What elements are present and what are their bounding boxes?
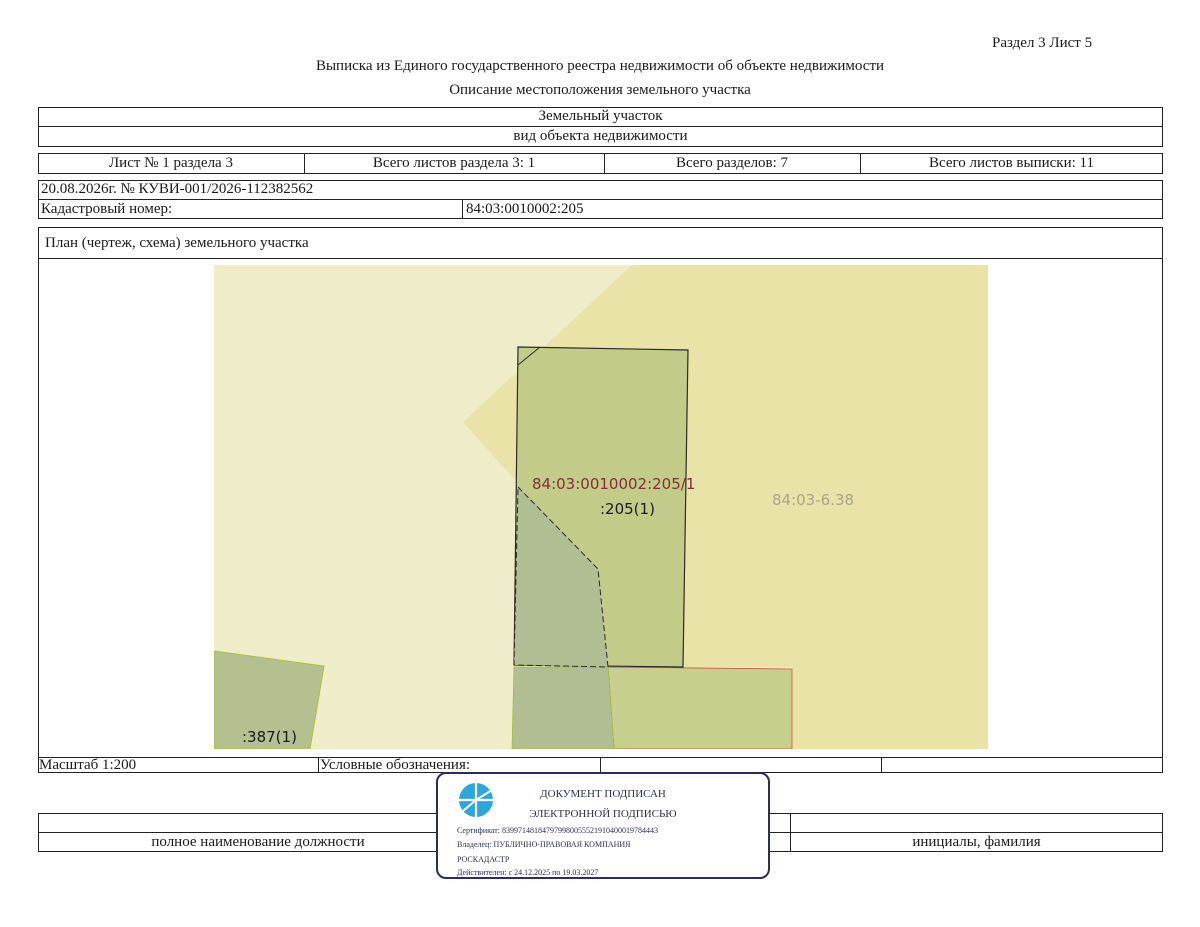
document-title: Выписка из Единого государственного реес…	[315, 58, 885, 74]
divider	[38, 199, 1163, 200]
divider	[38, 126, 1163, 127]
electronic-signature-stamp: ДОКУМЕНТ ПОДПИСАН ЭЛЕКТРОННОЙ ПОДПИСЬЮ С…	[436, 772, 770, 879]
section-sheet-label: Раздел 3 Лист 5	[992, 35, 1093, 51]
scale-label: Масштаб 1:200	[39, 757, 137, 773]
adjacent-part	[511, 666, 615, 749]
stamp-certificate: Сертификат: 8399714818479799800555219104…	[457, 826, 658, 835]
land-plot-plan-map: 84:03:0010002:205/1 :205(1) 84:03-6.38 :…	[214, 265, 988, 749]
neighbor-label: :387(1)	[242, 728, 297, 746]
total-sections: Всего разделов: 7	[675, 155, 789, 171]
stamp-owner: Владелец: ПУБЛИЧНО-ПРАВОВАЯ КОМПАНИЯ	[457, 840, 631, 849]
part-number-label: 84:03:0010002:205/1	[532, 475, 695, 493]
sheet-number: Лист № 1 раздела 3	[109, 155, 233, 171]
adjacent-parcel	[607, 666, 793, 749]
divider	[462, 199, 463, 219]
plan-caption: План (чертеж, схема) земельного участка	[45, 235, 309, 251]
cadastral-number-value: 84:03:0010002:205	[466, 201, 584, 217]
total-extract-sheets: Всего листов выписки: 11	[929, 155, 1094, 171]
cadastral-number-label: Кадастровый номер:	[41, 201, 173, 217]
stamp-owner-org: РОСКАДАСТР	[457, 855, 510, 864]
position-caption: полное наименование должности	[151, 834, 365, 850]
stamp-title-line2: ЭЛЕКТРОННОЙ ПОДПИСЬЮ	[529, 808, 677, 820]
extract-date-number: 20.08.2026г. № КУВИ-001/2026-112382562	[41, 181, 314, 197]
initials-caption: инициалы, фамилия	[912, 834, 1041, 850]
object-kind-caption: вид объекта недвижимости	[513, 128, 688, 144]
document-subtitle: Описание местоположения земельного участ…	[449, 82, 751, 98]
stamp-validity: Действителен: с 24.12.2025 по 19.03.2027	[457, 868, 599, 877]
divider	[318, 757, 319, 773]
parcel-short-label: :205(1)	[600, 500, 655, 518]
total-section-sheets: Всего листов раздела 3: 1	[372, 155, 536, 171]
zone-label: 84:03-6.38	[772, 491, 854, 509]
divider	[600, 757, 601, 773]
divider	[38, 258, 1163, 259]
object-name: Земельный участок	[538, 108, 663, 124]
stamp-title-line1: ДОКУМЕНТ ПОДПИСАН	[540, 788, 666, 800]
divider	[881, 757, 882, 773]
